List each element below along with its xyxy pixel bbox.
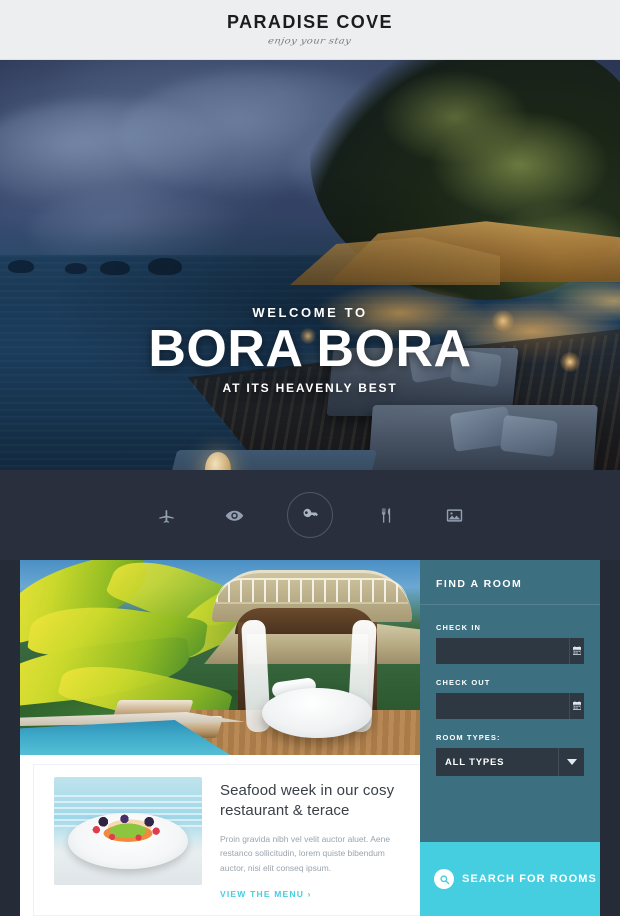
- check-out-field[interactable]: [436, 693, 584, 719]
- round-daybed: [262, 688, 372, 738]
- photo-icon: [445, 506, 464, 525]
- promo-card: Seafood week in our cosy restaurant & te…: [34, 765, 420, 915]
- view-the-menu-link[interactable]: VIEW THE MENU ›: [220, 889, 402, 899]
- search-button-label: SEARCH FOR ROOMS: [462, 873, 597, 885]
- calendar-icon[interactable]: [569, 693, 584, 719]
- check-out-label: CHECK OUT: [436, 678, 491, 687]
- check-in-label: CHECK IN: [436, 623, 482, 632]
- promo-title: Seafood week in our cosy restaurant & te…: [220, 782, 395, 819]
- search-icon: [434, 869, 454, 889]
- brand-tagline: enjoy your stay: [267, 36, 353, 46]
- page-root: PARADISE COVE enjoy your stay WELCOME TO…: [0, 0, 620, 916]
- room-types-select[interactable]: ALL TYPES: [436, 748, 584, 776]
- promo-thumbnail[interactable]: [54, 777, 202, 885]
- nav-dining[interactable]: [371, 500, 401, 530]
- hero-kicker: WELCOME TO: [252, 305, 368, 320]
- terrace-railing: [216, 578, 408, 604]
- nav-sights[interactable]: [219, 500, 249, 530]
- promo-body: Seafood week in our cosy restaurant & te…: [202, 765, 420, 915]
- hero-banner: WELCOME TO BORA BORA AT ITS HEAVENLY BES…: [0, 60, 620, 470]
- booking-header: FIND A ROOM: [420, 560, 600, 605]
- airplane-icon: [157, 506, 176, 525]
- booking-form: CHECK IN CHECK OUT ROOM TYPES: ALL TYPES: [420, 605, 600, 776]
- seafood-salad: [84, 811, 172, 847]
- cutlery-icon: [377, 506, 396, 525]
- search-for-rooms-button[interactable]: SEARCH FOR ROOMS: [420, 842, 600, 916]
- villa-photo[interactable]: [20, 560, 420, 755]
- brand-title[interactable]: PARADISE COVE: [227, 13, 393, 31]
- check-out-input[interactable]: [436, 693, 569, 719]
- calendar-icon[interactable]: [569, 638, 584, 664]
- room-types-value: ALL TYPES: [445, 756, 505, 768]
- promo-text: Proin gravida nibh vel velit auctor alue…: [220, 833, 391, 874]
- hero-subtitle: AT ITS HEAVENLY BEST: [222, 380, 398, 395]
- nav-gallery[interactable]: [439, 500, 469, 530]
- nav-travel[interactable]: [151, 500, 181, 530]
- key-icon: [300, 505, 320, 525]
- content-area: Seafood week in our cosy restaurant & te…: [20, 560, 600, 916]
- hero-copy: WELCOME TO BORA BORA AT ITS HEAVENLY BES…: [0, 305, 620, 395]
- hero-vignette: [0, 60, 620, 470]
- room-types-label: ROOM TYPES:: [436, 733, 501, 742]
- hero-title: BORA BORA: [148, 320, 472, 378]
- site-header: PARADISE COVE enjoy your stay: [0, 0, 620, 60]
- find-a-room-panel: FIND A ROOM CHECK IN CHECK OUT ROOM TYPE…: [420, 560, 600, 916]
- left-column: Seafood week in our cosy restaurant & te…: [20, 560, 420, 916]
- booking-title: FIND A ROOM: [436, 578, 523, 590]
- chevron-down-icon[interactable]: [558, 748, 584, 776]
- nav-rooms[interactable]: [287, 492, 333, 538]
- check-in-field[interactable]: [436, 638, 584, 664]
- icon-navigation: [0, 470, 620, 560]
- eye-icon: [224, 505, 245, 526]
- check-in-input[interactable]: [436, 638, 569, 664]
